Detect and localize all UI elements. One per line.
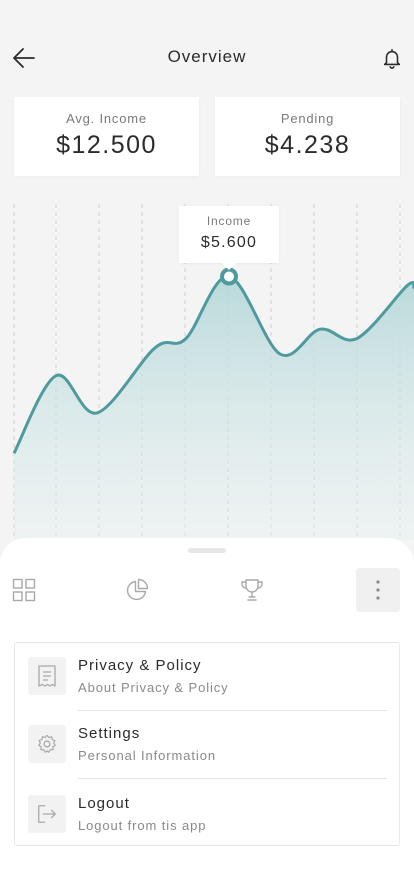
bell-icon xyxy=(383,48,401,69)
pending-label: Pending xyxy=(280,111,335,126)
tooltip-label: Income xyxy=(206,214,252,228)
settings-menu: Privacy & Policy About Privacy & Policy … xyxy=(14,642,400,846)
pie-chart-icon xyxy=(126,578,149,601)
avg-income-card: Avg. Income $12.500 xyxy=(14,97,199,176)
data-point[interactable] xyxy=(52,372,60,380)
data-point[interactable] xyxy=(403,282,411,290)
receipt-icon xyxy=(28,657,66,695)
data-point[interactable] xyxy=(93,409,101,417)
data-point[interactable] xyxy=(353,335,361,343)
sheet-handle[interactable] xyxy=(188,548,226,553)
menu-divider xyxy=(78,778,387,779)
chart-tooltip: Income $5.600 xyxy=(179,206,279,270)
tooltip-value: $5.600 xyxy=(200,234,258,251)
tab-statistics[interactable] xyxy=(115,568,159,612)
page-title: Overview xyxy=(167,47,247,66)
menu-item-subtitle: Logout from tis app xyxy=(78,818,207,833)
pending-value: $4.238 xyxy=(264,131,351,159)
avg-income-label: Avg. Income xyxy=(66,111,147,126)
grid-icon xyxy=(12,578,36,602)
data-point[interactable] xyxy=(316,325,324,333)
menu-item-title: Logout xyxy=(78,795,130,812)
menu-item-logout[interactable]: Logout Logout from tis app xyxy=(15,781,401,849)
data-point[interactable] xyxy=(276,350,284,358)
notifications-button[interactable] xyxy=(376,42,408,74)
pending-card: Pending $4.238 xyxy=(215,97,400,176)
bottom-sheet: Privacy & Policy About Privacy & Policy … xyxy=(0,538,414,896)
data-point[interactable] xyxy=(182,335,190,343)
menu-item-settings[interactable]: Settings Personal Information xyxy=(15,711,401,779)
more-vertical-icon xyxy=(376,580,380,600)
menu-item-title: Privacy & Policy xyxy=(78,657,202,674)
tab-dashboard[interactable] xyxy=(2,568,46,612)
highlight-point[interactable] xyxy=(220,267,238,286)
trophy-icon xyxy=(241,579,263,601)
data-point[interactable] xyxy=(10,449,18,457)
tab-more[interactable] xyxy=(356,568,400,612)
income-area xyxy=(14,276,414,540)
avg-income-value: $12.500 xyxy=(56,131,157,159)
menu-item-subtitle: Personal Information xyxy=(78,748,216,763)
menu-item-subtitle: About Privacy & Policy xyxy=(78,680,229,695)
menu-item-privacy[interactable]: Privacy & Policy About Privacy & Policy xyxy=(15,643,401,711)
data-point[interactable] xyxy=(151,344,159,352)
menu-item-title: Settings xyxy=(78,725,141,742)
tab-achievements[interactable] xyxy=(230,568,274,612)
logout-icon xyxy=(28,795,66,833)
gear-icon xyxy=(28,725,66,763)
